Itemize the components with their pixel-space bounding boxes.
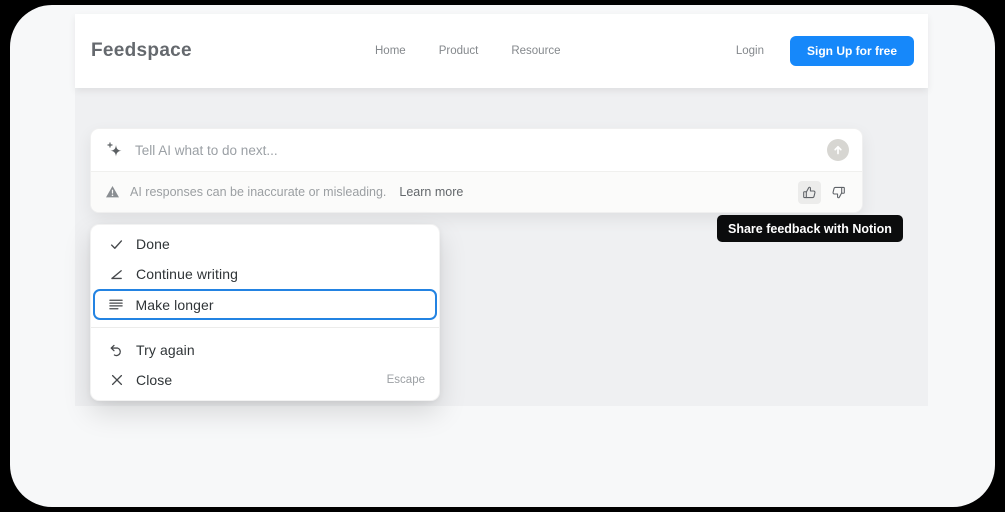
menu-item-continue-writing[interactable]: Continue writing xyxy=(91,259,439,289)
menu-item-try-again[interactable]: Try again xyxy=(91,335,439,365)
submit-arrow-button[interactable] xyxy=(827,139,849,161)
text-lines-icon xyxy=(108,297,125,313)
close-icon xyxy=(108,372,125,388)
ai-sparkle-icon xyxy=(105,140,125,160)
login-link[interactable]: Login xyxy=(736,45,764,57)
feedback-buttons xyxy=(798,180,850,204)
ai-disclaimer-bar: AI responses can be inaccurate or mislea… xyxy=(91,172,862,212)
menu-item-done[interactable]: Done xyxy=(91,229,439,259)
notion-feedback-tooltip: Share feedback with Notion xyxy=(717,215,903,242)
learn-more-link[interactable]: Learn more xyxy=(399,185,463,199)
escape-shortcut-hint: Escape xyxy=(386,374,425,386)
feedspace-logo[interactable]: Feedspace xyxy=(91,40,192,62)
nav-item-resource[interactable]: Resource xyxy=(511,45,560,57)
pen-writing-icon xyxy=(108,266,125,282)
ai-disclaimer-text: AI responses can be inaccurate or mislea… xyxy=(130,185,387,199)
nav-item-home[interactable]: Home xyxy=(375,45,406,57)
thumbs-down-icon xyxy=(831,185,846,200)
menu-divider xyxy=(91,320,439,335)
ai-command-input[interactable] xyxy=(135,142,827,158)
arrow-up-icon xyxy=(831,143,845,157)
undo-retry-icon xyxy=(108,342,125,358)
nav-item-product[interactable]: Product xyxy=(439,45,479,57)
warning-triangle-icon xyxy=(105,185,120,199)
menu-item-close[interactable]: Close Escape xyxy=(91,365,439,395)
thumbs-up-button[interactable] xyxy=(798,180,821,204)
ai-prompt-card: AI responses can be inaccurate or mislea… xyxy=(90,128,863,213)
ai-input-row xyxy=(91,129,862,172)
thumbs-down-button[interactable] xyxy=(827,181,850,204)
screenshot-frame: Feedspace Home Product Resource Login Si… xyxy=(0,0,1005,512)
signup-button[interactable]: Sign Up for free xyxy=(789,36,914,66)
thumbs-up-icon xyxy=(802,185,817,200)
header-right-group: Login Sign Up for free xyxy=(736,36,914,66)
menu-item-make-longer[interactable]: Make longer xyxy=(93,289,437,320)
site-header: Feedspace Home Product Resource Login Si… xyxy=(75,14,928,88)
ai-options-menu: Done Continue writing Make longer Try ag… xyxy=(90,224,440,401)
browser-viewport: Feedspace Home Product Resource Login Si… xyxy=(10,5,995,507)
main-nav: Home Product Resource xyxy=(375,14,561,88)
check-icon xyxy=(108,236,125,252)
